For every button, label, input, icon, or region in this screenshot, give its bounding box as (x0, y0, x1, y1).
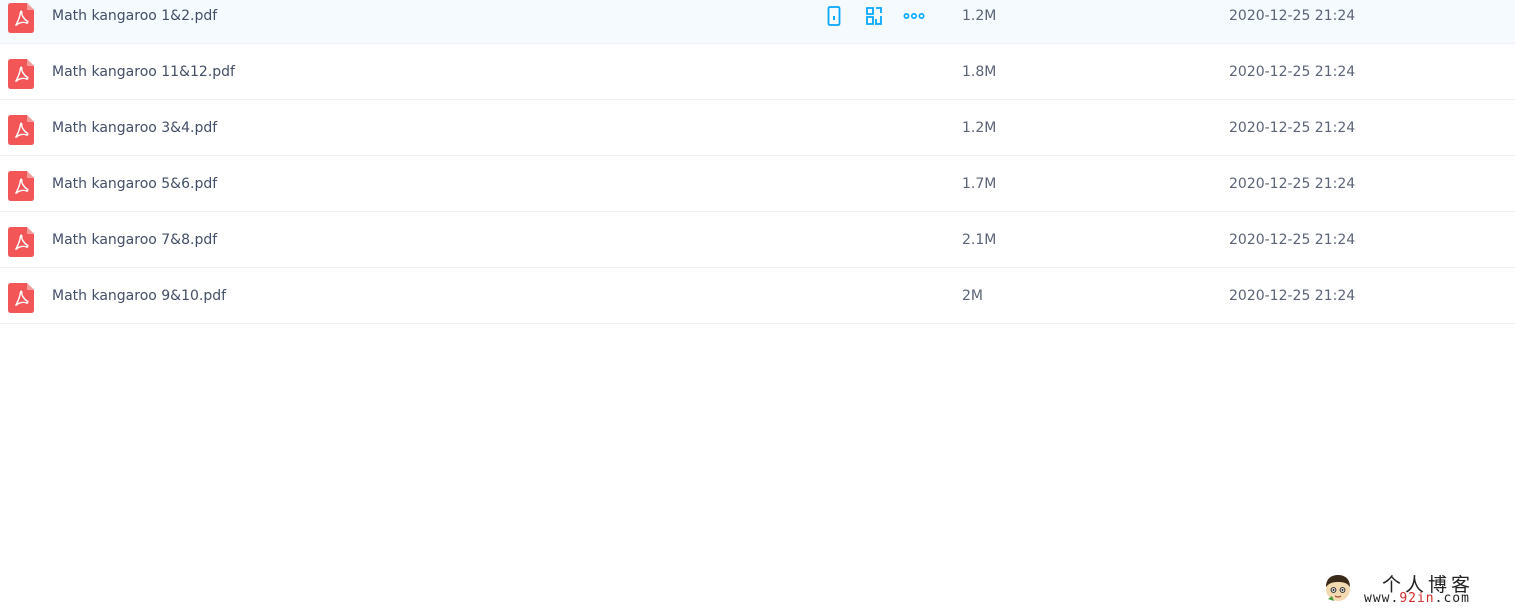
file-name[interactable]: Math kangaroo 5&6.pdf (52, 174, 217, 194)
file-date: 2020-12-25 21:24 (1229, 8, 1356, 24)
pdf-file-icon (8, 115, 34, 145)
pdf-file-icon (8, 3, 34, 33)
file-date: 2020-12-25 21:24 (1229, 120, 1356, 136)
file-size: 2.1M (962, 232, 997, 248)
mobile-icon[interactable] (822, 4, 846, 28)
pdf-file-icon (8, 171, 34, 201)
pdf-file-icon (8, 227, 34, 257)
file-size: 1.7M (962, 176, 997, 192)
file-date: 2020-12-25 21:24 (1229, 232, 1356, 248)
file-date: 2020-12-25 21:24 (1229, 64, 1356, 80)
file-name[interactable]: Math kangaroo 3&4.pdf (52, 118, 217, 138)
file-size: 2M (962, 288, 983, 304)
file-list: Math kangaroo 1&2.pdf 1.2M 2020-12-25 21… (0, 0, 1515, 324)
file-date: 2020-12-25 21:24 (1229, 288, 1356, 304)
file-name[interactable]: Math kangaroo 7&8.pdf (52, 230, 217, 250)
more-icon[interactable] (902, 4, 926, 28)
file-name[interactable]: Math kangaroo 9&10.pdf (52, 286, 226, 306)
file-row[interactable]: Math kangaroo 9&10.pdf 2M 2020-12-25 21:… (0, 268, 1515, 324)
file-row[interactable]: Math kangaroo 11&12.pdf 1.8M 2020-12-25 … (0, 44, 1515, 100)
file-row[interactable]: Math kangaroo 3&4.pdf 1.2M 2020-12-25 21… (0, 100, 1515, 156)
file-row[interactable]: Math kangaroo 5&6.pdf 1.7M 2020-12-25 21… (0, 156, 1515, 212)
file-size: 1.8M (962, 64, 997, 80)
file-row[interactable]: Math kangaroo 7&8.pdf 2.1M 2020-12-25 21… (0, 212, 1515, 268)
watermark-url-accent: 92in (1399, 591, 1435, 606)
file-row[interactable]: Math kangaroo 1&2.pdf 1.2M 2020-12-25 21… (0, 0, 1515, 44)
pdf-file-icon (8, 283, 34, 313)
cartoon-avatar-icon (1322, 572, 1354, 604)
watermark: 个人博客 www.92in.com (1322, 570, 1512, 610)
share-icon[interactable] (862, 4, 886, 28)
watermark-url-prefix: www. (1364, 591, 1400, 606)
watermark-url: www.92in.com (1364, 591, 1470, 606)
file-name[interactable]: Math kangaroo 1&2.pdf (52, 6, 217, 26)
file-name[interactable]: Math kangaroo 11&12.pdf (52, 62, 235, 82)
file-size: 1.2M (962, 8, 997, 24)
file-date: 2020-12-25 21:24 (1229, 176, 1356, 192)
file-size: 1.2M (962, 120, 997, 136)
watermark-url-suffix: .com (1434, 591, 1470, 606)
pdf-file-icon (8, 59, 34, 89)
